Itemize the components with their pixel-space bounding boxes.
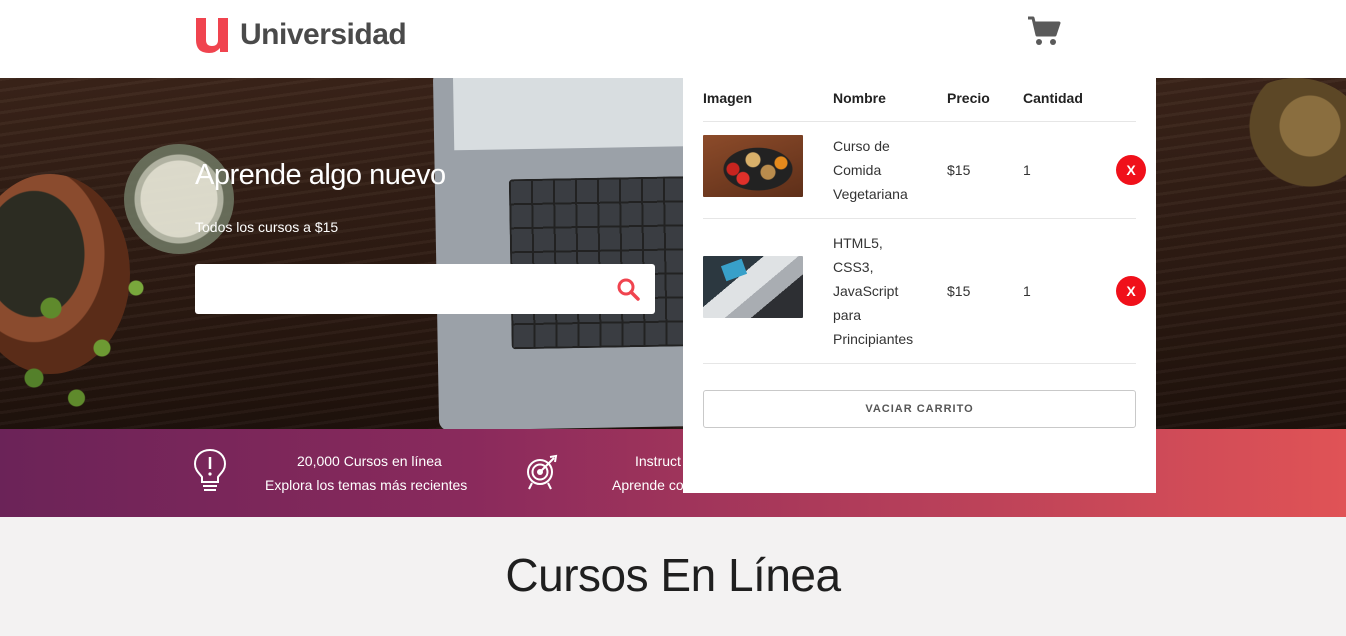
header-divider bbox=[703, 121, 1136, 122]
cart-item-name: HTML5, CSS3, JavaScript para Principiant… bbox=[833, 231, 913, 351]
row-divider bbox=[703, 363, 1136, 364]
target-icon bbox=[527, 454, 558, 490]
university-logo-icon bbox=[196, 18, 228, 53]
remove-item-button[interactable]: X bbox=[1116, 276, 1146, 306]
plant-leaves-image bbox=[0, 228, 170, 428]
cart-item-price: $15 bbox=[947, 162, 971, 178]
feature-1-subtitle: Explora los temas más recientes bbox=[265, 477, 468, 493]
logo-text: Universidad bbox=[240, 18, 407, 51]
laptop-keyboard bbox=[508, 175, 712, 350]
vegetarian-food-thumbnail bbox=[703, 135, 803, 197]
hero-subtitle: Todos los cursos a $15 bbox=[195, 219, 339, 235]
cart-item-price: $15 bbox=[947, 283, 971, 299]
shopping-cart-icon[interactable] bbox=[1027, 16, 1061, 46]
cart-item-quantity: 1 bbox=[1023, 162, 1031, 178]
logo[interactable]: Universidad bbox=[194, 16, 407, 54]
hero-title: Aprende algo nuevo bbox=[195, 159, 446, 191]
cart-item-quantity: 1 bbox=[1023, 283, 1031, 299]
search-icon[interactable] bbox=[616, 277, 640, 301]
column-header-quantity: Cantidad bbox=[1023, 90, 1083, 106]
feature-1-title: 20,000 Cursos en línea bbox=[297, 453, 442, 469]
empty-cart-button[interactable]: VACIAR CARRITO bbox=[703, 390, 1136, 428]
name-line: Comida bbox=[833, 162, 882, 178]
search-input[interactable] bbox=[195, 264, 605, 314]
name-line: Principiantes bbox=[833, 331, 914, 347]
column-header-image: Imagen bbox=[703, 90, 753, 106]
feature-2-subtitle: Aprende co bbox=[612, 477, 684, 493]
name-line: para bbox=[833, 307, 862, 323]
column-header-name: Nombre bbox=[833, 90, 886, 106]
remove-item-button[interactable]: X bbox=[1116, 155, 1146, 185]
cart-dropdown: Imagen Nombre Precio Cantidad Curso de C… bbox=[683, 78, 1156, 493]
laptop-screen bbox=[452, 78, 715, 151]
site-header: Universidad bbox=[0, 0, 1346, 78]
name-line: Vegetariana bbox=[833, 186, 908, 202]
name-line: JavaScript bbox=[833, 283, 899, 299]
lightbulb-icon bbox=[193, 448, 227, 491]
section-title: Cursos En Línea bbox=[505, 549, 841, 601]
feature-2-title: Instruct bbox=[635, 453, 681, 469]
name-line: Curso de bbox=[833, 138, 890, 154]
laptop-desk-thumbnail bbox=[703, 256, 803, 318]
column-header-price: Precio bbox=[947, 90, 990, 106]
name-line: CSS3, bbox=[833, 259, 874, 275]
cart-item-name: Curso de Comida Vegetariana bbox=[833, 134, 908, 206]
search-box bbox=[195, 264, 655, 314]
name-line: HTML5, bbox=[833, 235, 883, 251]
row-divider bbox=[703, 218, 1136, 219]
